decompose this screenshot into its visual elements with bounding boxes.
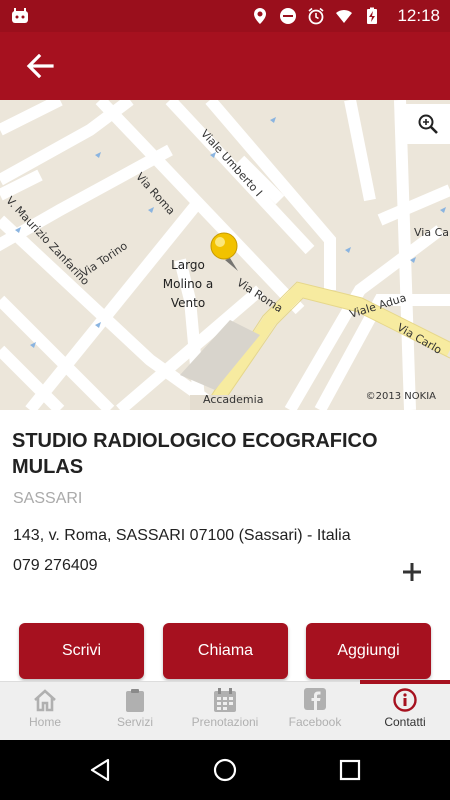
- zoom-in-button[interactable]: [406, 104, 450, 144]
- write-button[interactable]: Scrivi: [19, 623, 144, 679]
- street-label: Via Carlo: [414, 226, 450, 239]
- business-city: SASSARI: [13, 490, 83, 507]
- plus-icon[interactable]: [400, 560, 424, 584]
- business-address[interactable]: 143, v. Roma, SASSARI 07100 (Sassari) - …: [13, 527, 351, 545]
- home-icon: [34, 689, 56, 712]
- location-icon: [254, 8, 267, 24]
- nav-recents-button[interactable]: [335, 755, 365, 785]
- tab-home[interactable]: Home: [0, 682, 90, 741]
- status-bar: 12:18: [0, 0, 450, 32]
- back-button[interactable]: [20, 46, 60, 86]
- clock: 12:18: [397, 6, 440, 25]
- tab-label: Contatti: [384, 715, 426, 729]
- bottom-tab-bar: Home Servizi Prenotazioni Facebook Conta…: [0, 680, 450, 741]
- nav-home-button[interactable]: [210, 755, 240, 785]
- map-view[interactable]: Viale Umberto I Via Roma V. Maurizio Zan…: [0, 100, 450, 410]
- back-triangle-icon: [90, 758, 110, 782]
- android-icon: [12, 8, 28, 23]
- tab-label: Prenotazioni: [191, 715, 259, 729]
- calendar-icon: [214, 688, 236, 712]
- street-label: Accademia: [203, 393, 264, 406]
- home-circle-icon: [213, 758, 237, 782]
- tab-prenotazioni[interactable]: Prenotazioni: [180, 682, 270, 741]
- call-button[interactable]: Chiama: [163, 623, 288, 679]
- facebook-icon: [304, 688, 326, 710]
- system-nav-bar: [0, 740, 450, 800]
- clipboard-icon: [126, 689, 144, 712]
- add-button[interactable]: Aggiungi: [306, 623, 431, 679]
- arrow-left-icon: [26, 54, 54, 78]
- tab-label: Servizi: [116, 715, 153, 729]
- battery-charging-icon: [367, 7, 378, 24]
- zoom-in-icon: [418, 114, 438, 134]
- business-name: STUDIO RADIOLOGICO ECOGRAFICO MULAS: [12, 430, 378, 478]
- map-copyright: ©2013 NOKIA: [365, 391, 436, 402]
- action-buttons: Scrivi Chiama Aggiungi: [0, 623, 450, 679]
- business-phone[interactable]: 079 276409: [13, 557, 98, 575]
- tab-servizi[interactable]: Servizi: [90, 682, 180, 741]
- recents-square-icon: [339, 759, 361, 781]
- tab-facebook[interactable]: Facebook: [270, 682, 360, 741]
- map-pin-icon[interactable]: [208, 230, 244, 274]
- do-not-disturb-icon: [280, 8, 297, 24]
- alarm-icon: [308, 7, 324, 25]
- app-bar: [0, 32, 450, 100]
- info-icon: [393, 688, 417, 712]
- tab-label: Home: [28, 715, 61, 729]
- wifi-icon: [336, 9, 353, 23]
- tab-label: Facebook: [288, 715, 342, 729]
- nav-back-button[interactable]: [85, 755, 115, 785]
- tab-contatti[interactable]: Contatti: [360, 682, 450, 741]
